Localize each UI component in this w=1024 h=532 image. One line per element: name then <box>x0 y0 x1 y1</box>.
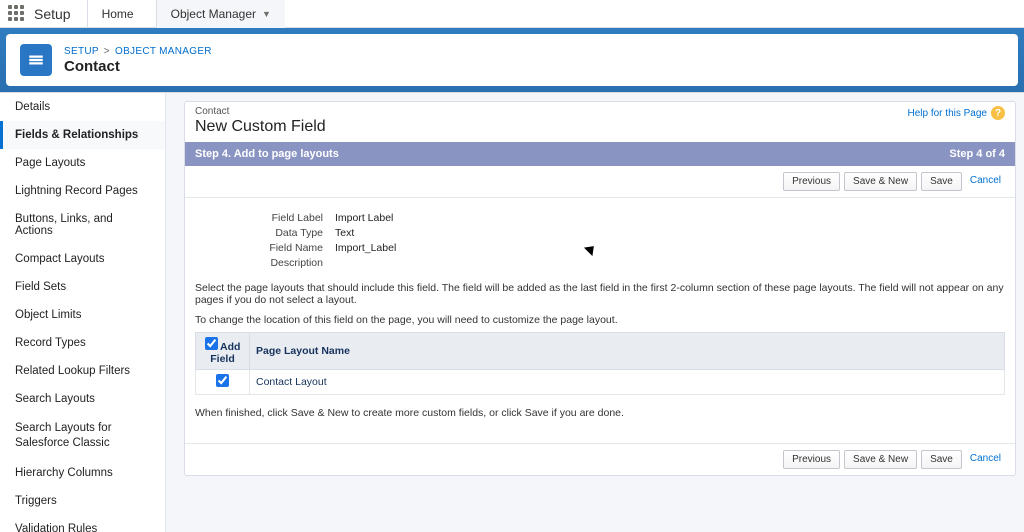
page-title: Contact <box>64 58 212 75</box>
instruction-1: Select the page layouts that should incl… <box>185 282 1015 306</box>
col-page-layout-name: Page Layout Name <box>250 333 1005 370</box>
top-nav: Setup Home Object Manager ▼ <box>0 0 1024 28</box>
tab-home-label: Home <box>102 7 134 21</box>
wizard-panel: Contact New Custom Field Help for this P… <box>184 101 1016 476</box>
sidebar-item-compact-layouts[interactable]: Compact Layouts <box>0 245 165 273</box>
col-add-field: Add Field <box>196 333 250 370</box>
save-new-button[interactable]: Save & New <box>844 172 917 191</box>
field-summary: Field Label Import Label Data Type Text … <box>185 198 1015 282</box>
help-link-label: Help for this Page <box>908 108 988 119</box>
sidebar-item-lightning-pages[interactable]: Lightning Record Pages <box>0 177 165 205</box>
sidebar-item-page-layouts[interactable]: Page Layouts <box>0 149 165 177</box>
step-title: Step 4. Add to page layouts <box>195 148 339 160</box>
tab-object-manager-label: Object Manager <box>171 7 256 21</box>
app-launcher-icon[interactable] <box>8 5 26 23</box>
setup-label: Setup <box>34 6 79 22</box>
sidebar: Details Fields & Relationships Page Layo… <box>0 93 166 532</box>
main-layout: Details Fields & Relationships Page Layo… <box>0 92 1024 532</box>
save-button-bottom[interactable]: Save <box>921 450 962 469</box>
button-row-bottom: Previous Save & New Save Cancel <box>185 443 1015 475</box>
previous-button[interactable]: Previous <box>783 172 840 191</box>
cancel-link-bottom[interactable]: Cancel <box>966 450 1005 469</box>
help-icon: ? <box>991 106 1005 120</box>
sidebar-item-buttons-links[interactable]: Buttons, Links, and Actions <box>0 205 165 245</box>
description-lbl: Description <box>195 257 335 269</box>
tab-object-manager[interactable]: Object Manager ▼ <box>156 0 285 28</box>
breadcrumb: SETUP > OBJECT MANAGER <box>64 46 212 57</box>
page-header-card: SETUP > OBJECT MANAGER Contact <box>6 34 1018 86</box>
instruction-2: To change the location of this field on … <box>185 314 1015 326</box>
sidebar-item-details[interactable]: Details <box>0 93 165 121</box>
field-label-val: Import Label <box>335 212 393 224</box>
row-checkbox[interactable] <box>216 374 229 387</box>
data-type-val: Text <box>335 227 354 239</box>
finish-note: When finished, click Save & New to creat… <box>185 395 1015 443</box>
wizard-context: Contact <box>195 106 326 117</box>
object-icon <box>20 44 52 76</box>
sidebar-item-record-types[interactable]: Record Types <box>0 329 165 357</box>
page-layouts-table: Add Field Page Layout Name Contact Layou… <box>195 332 1005 395</box>
cancel-link[interactable]: Cancel <box>966 172 1005 191</box>
sidebar-item-hierarchy-columns[interactable]: Hierarchy Columns <box>0 459 165 487</box>
table-row: Contact Layout <box>196 370 1005 395</box>
save-new-button-bottom[interactable]: Save & New <box>844 450 917 469</box>
row-layout-name[interactable]: Contact Layout <box>250 370 1005 395</box>
field-name-lbl: Field Name <box>195 242 335 254</box>
save-button[interactable]: Save <box>921 172 962 191</box>
breadcrumb-object-manager[interactable]: OBJECT MANAGER <box>115 46 212 57</box>
tab-home[interactable]: Home <box>87 0 148 28</box>
sidebar-item-field-sets[interactable]: Field Sets <box>0 273 165 301</box>
page-header-bar: SETUP > OBJECT MANAGER Contact <box>0 28 1024 92</box>
field-label-lbl: Field Label <box>195 212 335 224</box>
sidebar-item-search-layouts[interactable]: Search Layouts <box>0 385 165 413</box>
content-area: Contact New Custom Field Help for this P… <box>174 93 1024 532</box>
sidebar-item-fields[interactable]: Fields & Relationships <box>0 121 165 149</box>
sidebar-item-triggers[interactable]: Triggers <box>0 487 165 515</box>
previous-button-bottom[interactable]: Previous <box>783 450 840 469</box>
sidebar-item-search-layouts-classic[interactable]: Search Layouts for Salesforce Classic <box>0 413 165 459</box>
step-bar: Step 4. Add to page layouts Step 4 of 4 <box>185 142 1015 166</box>
sidebar-item-related-lookup[interactable]: Related Lookup Filters <box>0 357 165 385</box>
select-all-checkbox[interactable] <box>205 337 218 350</box>
wizard-title: New Custom Field <box>195 118 326 136</box>
sidebar-scrollbar[interactable] <box>166 93 174 532</box>
sidebar-item-object-limits[interactable]: Object Limits <box>0 301 165 329</box>
field-name-val: Import_Label <box>335 242 396 254</box>
breadcrumb-setup[interactable]: SETUP <box>64 46 99 57</box>
chevron-down-icon: ▼ <box>262 9 271 19</box>
step-counter: Step 4 of 4 <box>949 148 1005 160</box>
help-link[interactable]: Help for this Page ? <box>908 106 1006 120</box>
sidebar-item-validation-rules[interactable]: Validation Rules <box>0 515 165 532</box>
data-type-lbl: Data Type <box>195 227 335 239</box>
button-row-top: Previous Save & New Save Cancel <box>185 166 1015 198</box>
